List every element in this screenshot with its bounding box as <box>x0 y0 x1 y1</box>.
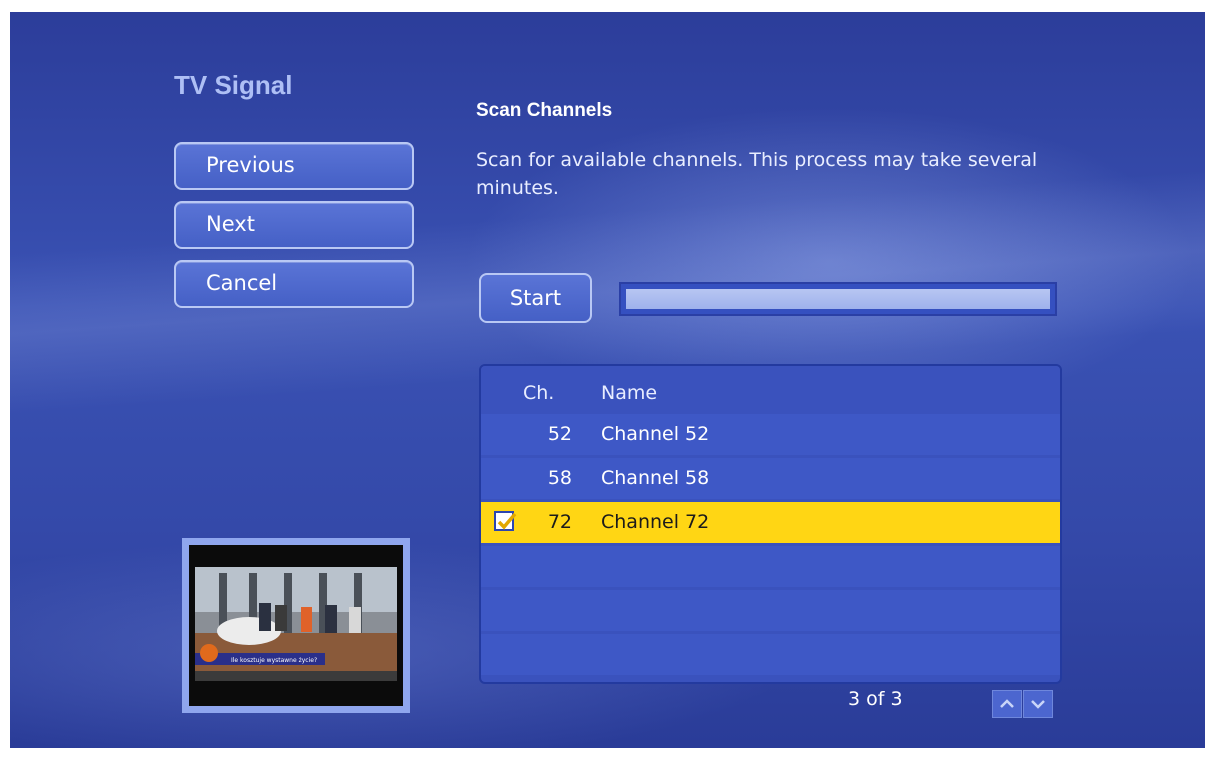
channel-name: Channel 72 <box>601 511 710 533</box>
chevron-up-icon[interactable] <box>992 690 1022 718</box>
channel-number: 52 <box>547 423 572 445</box>
next-button[interactable]: Next <box>174 201 414 249</box>
media-center-screen: TV Signal Previous Next Cancel Scan Chan… <box>10 12 1205 748</box>
scan-progress-fill <box>626 289 1050 309</box>
start-button[interactable]: Start <box>479 273 592 323</box>
channel-row[interactable]: 52 Channel 52 <box>481 414 1060 455</box>
channel-list: Ch. Name 52 Channel 52 58 Channel 58 72 Chann… <box>479 364 1062 684</box>
channel-number: 72 <box>547 511 572 533</box>
cancel-button[interactable]: Cancel <box>174 260 414 308</box>
page-title: TV Signal <box>174 70 293 100</box>
channel-row[interactable]: 58 Channel 58 <box>481 458 1060 499</box>
scan-description: Scan for available channels. This proces… <box>476 149 1038 199</box>
section-title: Scan Channels <box>476 100 613 121</box>
preview-caption: Ile kosztuje wystawne życie? <box>231 657 317 664</box>
scan-progress-bar <box>619 282 1057 316</box>
channel-name: Channel 58 <box>601 467 710 489</box>
column-header-channel: Ch. <box>523 382 555 404</box>
chevron-down-icon[interactable] <box>1023 690 1053 718</box>
tv-preview[interactable]: Ile kosztuje wystawne życie? <box>182 538 410 713</box>
channel-number: 58 <box>547 467 572 489</box>
list-header: Ch. Name <box>481 366 1060 414</box>
channel-name: Channel 52 <box>601 423 710 445</box>
empty-row <box>481 546 1060 587</box>
checkmark-icon[interactable] <box>494 511 517 531</box>
page-count: 3 of 3 <box>848 688 903 710</box>
list-pager <box>992 690 1054 718</box>
column-header-name: Name <box>601 382 658 404</box>
tv-preview-video: Ile kosztuje wystawne życie? <box>189 545 403 706</box>
empty-row <box>481 590 1060 631</box>
previous-button[interactable]: Previous <box>174 142 414 190</box>
channel-row[interactable]: 72 Channel 72 <box>481 502 1060 543</box>
empty-row <box>481 634 1060 675</box>
